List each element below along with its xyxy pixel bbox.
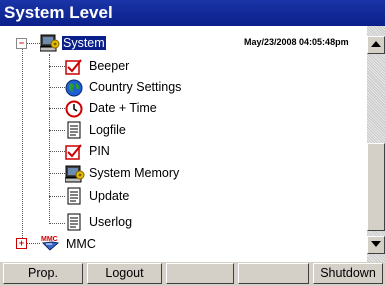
title-bar: System Level bbox=[0, 0, 385, 26]
tree-connector bbox=[49, 54, 50, 224]
tree-item-mmc[interactable]: MMC bbox=[66, 237, 96, 251]
tree-item-logfile[interactable]: Logfile bbox=[89, 123, 126, 137]
clock-icon bbox=[65, 100, 83, 118]
tree-connector bbox=[27, 43, 40, 44]
tree-item-userlog[interactable]: Userlog bbox=[89, 215, 132, 229]
tree-connector bbox=[49, 196, 65, 197]
arrow-down-icon bbox=[371, 241, 381, 247]
tree-connector bbox=[22, 46, 23, 244]
mmc-icon: MMC bbox=[40, 234, 60, 252]
globe-icon bbox=[65, 79, 83, 97]
arrow-up-icon bbox=[371, 41, 381, 47]
tree-connector bbox=[49, 130, 65, 131]
document-icon bbox=[65, 213, 83, 231]
blank-button-1[interactable] bbox=[166, 263, 234, 284]
expand-toggle[interactable]: + bbox=[16, 238, 27, 249]
shutdown-button[interactable]: Shutdown bbox=[313, 263, 383, 284]
tree-connector bbox=[49, 173, 65, 174]
computer-icon bbox=[39, 34, 60, 52]
tree-connector bbox=[49, 87, 65, 88]
vertical-scrollbar[interactable] bbox=[367, 26, 385, 262]
tree-item-date-time[interactable]: Date + Time bbox=[89, 101, 157, 115]
document-icon bbox=[65, 187, 83, 205]
timestamp: May/23/2008 04:05:48pm bbox=[244, 37, 349, 47]
prop-button[interactable]: Prop. bbox=[3, 263, 83, 284]
scroll-up-button[interactable] bbox=[367, 36, 385, 54]
window-title: System Level bbox=[4, 3, 113, 22]
collapse-toggle[interactable]: − bbox=[16, 38, 27, 49]
checkbox-icon bbox=[65, 58, 83, 76]
blank-button-2[interactable] bbox=[238, 263, 309, 284]
computer-icon bbox=[64, 165, 85, 183]
logout-button[interactable]: Logout bbox=[87, 263, 162, 284]
system-level-window: System Level May/23/2008 04:05:48pm − Sy bbox=[0, 0, 385, 286]
tree-item-system-memory[interactable]: System Memory bbox=[89, 166, 179, 180]
tree-item-update[interactable]: Update bbox=[89, 189, 129, 203]
tree-view[interactable]: May/23/2008 04:05:48pm − System Beeper C… bbox=[0, 26, 367, 262]
scroll-down-button[interactable] bbox=[367, 236, 385, 254]
tree-item-pin[interactable]: PIN bbox=[89, 144, 110, 158]
button-bar: Prop. Logout Shutdown bbox=[0, 262, 385, 286]
scroll-thumb[interactable] bbox=[367, 143, 385, 231]
tree-item-country-settings[interactable]: Country Settings bbox=[89, 80, 181, 94]
tree-connector bbox=[49, 66, 65, 67]
tree-item-beeper[interactable]: Beeper bbox=[89, 59, 129, 73]
tree-connector bbox=[49, 151, 65, 152]
document-icon bbox=[65, 121, 83, 139]
tree-item-system[interactable]: System bbox=[62, 36, 106, 50]
tree-connector bbox=[27, 243, 40, 244]
tree-connector bbox=[49, 108, 65, 109]
tree-connector bbox=[49, 223, 65, 224]
checkbox-icon bbox=[65, 143, 83, 161]
